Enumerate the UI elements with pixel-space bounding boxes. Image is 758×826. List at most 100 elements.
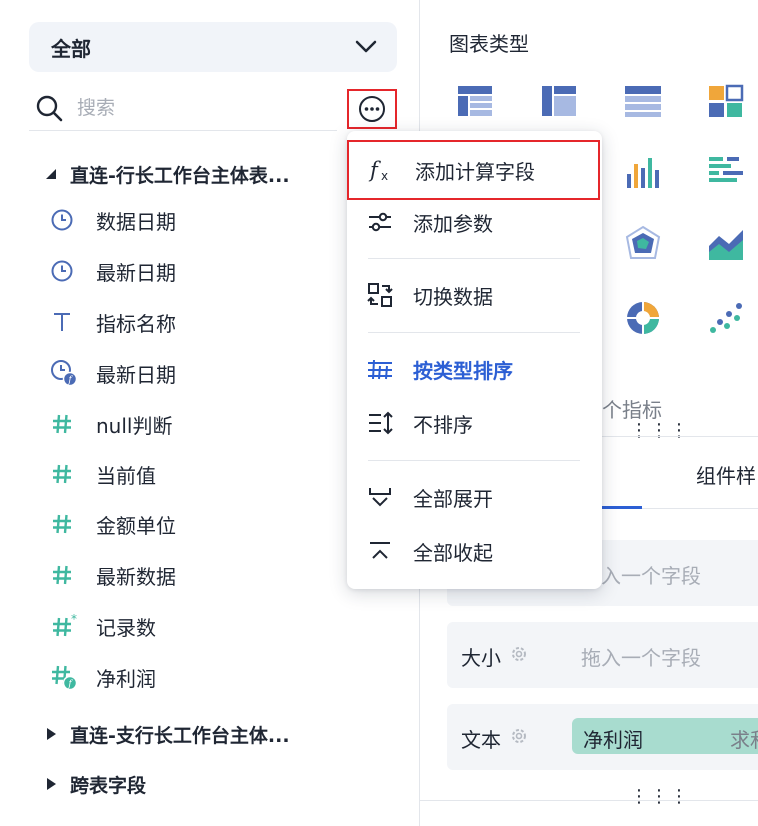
chart-type-radar-icon[interactable]	[623, 224, 663, 264]
table-name: 直连-行长工作台主体表...	[70, 164, 290, 187]
config-label-text: 文本	[461, 728, 501, 752]
field-label: 记录数	[96, 615, 156, 640]
more-options-menu: fx 添加计算字段 添加参数 切换数据 按类型排序 不排序 全部展开 全部收起	[347, 131, 602, 589]
number-type-icon	[50, 561, 84, 589]
field-label: 净利润	[96, 666, 156, 691]
expand-all-icon	[347, 485, 413, 509]
menu-item-label: 添加计算字段	[415, 159, 535, 184]
text-type-icon	[50, 308, 84, 336]
caret-collapsed-icon	[47, 728, 56, 740]
field-label: 数据日期	[96, 209, 176, 234]
gear-icon[interactable]	[509, 644, 529, 664]
search-input[interactable]	[75, 92, 319, 124]
drag-handle-icon[interactable]: ⋮⋮⋮	[630, 420, 690, 441]
field-item[interactable]: null判断	[50, 406, 172, 442]
caret-expanded-icon	[46, 169, 56, 179]
table-name: 跨表字段	[70, 774, 147, 797]
config-row-size[interactable]: 大小 拖入一个字段	[447, 622, 758, 688]
chart-type-bar-icon[interactable]	[707, 152, 747, 192]
config-label-size: 大小	[461, 646, 501, 670]
chart-type-column-icon[interactable]	[623, 152, 663, 192]
menu-item-collapse-all[interactable]: 全部收起	[347, 524, 602, 578]
menu-item-label: 全部展开	[413, 486, 493, 511]
field-item[interactable]: 最新日期	[50, 253, 176, 289]
divider	[420, 800, 758, 801]
chart-type-pivot-icon[interactable]	[540, 82, 580, 122]
svg-text:f: f	[368, 158, 381, 182]
field-item[interactable]: 指标名称	[50, 304, 176, 340]
field-item[interactable]: 当前值	[50, 456, 156, 492]
table-group-header[interactable]: 直连-行长工作台主体表...	[44, 158, 290, 190]
drop-field-placeholder: 拖入一个字段	[581, 646, 701, 670]
number-type-icon	[50, 510, 84, 538]
field-label: 最新数据	[96, 564, 176, 589]
caret-collapsed-icon	[47, 778, 56, 790]
clock-icon	[50, 206, 84, 234]
menu-item-label: 切换数据	[413, 284, 493, 309]
field-item[interactable]: 最新数据	[50, 557, 176, 593]
field-item[interactable]: 金额单位	[50, 506, 176, 542]
menu-item-expand-all[interactable]: 全部展开	[347, 470, 602, 524]
menu-divider	[368, 332, 580, 333]
menu-item-label: 按类型排序	[413, 358, 513, 383]
chart-type-title: 图表类型	[449, 32, 529, 56]
table-group-header[interactable]: 跨表字段	[44, 768, 146, 800]
aggregation-label[interactable]: 求和	[730, 724, 758, 753]
more-options-button[interactable]	[347, 89, 397, 129]
fx-icon: fx	[349, 157, 415, 183]
table-name: 直连-支行长工作台主体...	[70, 724, 290, 747]
scope-select-value: 全部	[51, 36, 91, 61]
number-star-icon: *	[50, 612, 84, 640]
chevron-down-icon	[355, 40, 377, 53]
no-sort-icon	[347, 411, 413, 435]
search-bar	[29, 86, 337, 131]
menu-item-label: 全部收起	[413, 540, 493, 565]
field-chip-label: 净利润	[583, 728, 643, 752]
number-formula-icon: f	[50, 663, 84, 691]
drag-handle-icon[interactable]: ⋮⋮⋮	[630, 786, 690, 807]
svg-text:*: *	[71, 613, 77, 626]
field-item[interactable]: 数据日期	[50, 202, 176, 238]
menu-item-label: 添加参数	[413, 211, 493, 236]
active-tab-indicator	[600, 506, 642, 509]
menu-divider	[368, 460, 580, 461]
menu-item-sort-by-type[interactable]: 按类型排序	[347, 342, 602, 396]
menu-item-add-calculated-field[interactable]: fx 添加计算字段	[347, 140, 600, 200]
search-icon	[36, 95, 63, 122]
chart-type-table-icon[interactable]	[456, 82, 496, 122]
table-group-header[interactable]: 直连-支行长工作台主体...	[44, 718, 290, 750]
field-label: 当前值	[96, 463, 156, 488]
field-label: 指标名称	[96, 311, 176, 336]
field-item[interactable]: f 最新日期	[50, 355, 176, 391]
sort-by-type-icon	[347, 357, 413, 381]
divider	[642, 508, 758, 509]
field-label: 最新日期	[96, 362, 176, 387]
number-type-icon	[50, 410, 84, 438]
clock-icon	[50, 257, 84, 285]
chart-type-detail-table-icon[interactable]	[623, 82, 663, 122]
menu-item-add-parameter[interactable]: 添加参数	[347, 195, 602, 249]
clock-formula-icon: f	[50, 359, 84, 387]
field-item[interactable]: f 净利润	[50, 659, 156, 695]
tab-component-style[interactable]: 组件样	[696, 460, 758, 489]
collapse-all-icon	[347, 539, 413, 563]
chart-type-card-icon[interactable]	[707, 82, 747, 122]
scope-select[interactable]: 全部	[29, 22, 397, 72]
menu-item-label: 不排序	[413, 412, 473, 437]
field-item[interactable]: * 记录数	[50, 608, 156, 644]
field-chip-net-profit[interactable]: 净利润 求和	[572, 718, 758, 754]
menu-item-switch-data[interactable]: 切换数据	[347, 268, 602, 322]
config-row-text[interactable]: 文本 净利润 求和	[447, 704, 758, 770]
chart-type-pie-icon[interactable]	[623, 298, 663, 338]
number-type-icon	[50, 460, 84, 488]
switch-data-icon	[347, 282, 413, 308]
indicator-count-label: 个指标	[602, 398, 662, 422]
more-horizontal-icon	[359, 96, 385, 122]
chart-type-scatter-icon[interactable]	[707, 298, 747, 338]
gear-icon[interactable]	[509, 726, 529, 746]
sliders-icon	[347, 210, 413, 234]
chart-type-area-icon[interactable]	[707, 224, 747, 264]
menu-item-no-sort[interactable]: 不排序	[347, 396, 602, 450]
field-label: 最新日期	[96, 260, 176, 285]
field-label: 金额单位	[96, 513, 176, 538]
